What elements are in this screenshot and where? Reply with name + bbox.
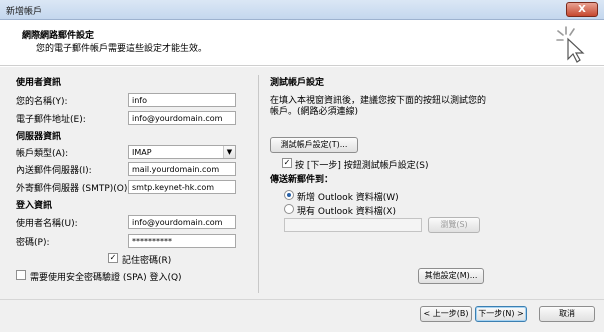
- username-field[interactable]: info@yourdomain.com: [128, 215, 236, 229]
- remember-password-label: 記住密碼(R): [122, 256, 172, 266]
- title-bar: 新增帳戶 X: [0, 0, 604, 20]
- more-settings-button[interactable]: 其他設定(M)...: [418, 268, 484, 284]
- next-button[interactable]: 下一步(N) >: [475, 306, 527, 322]
- auto-test-checkbox[interactable]: ✓: [282, 158, 292, 168]
- wizard-footer: < 上一步(B) 下一步(N) > 取消: [0, 299, 604, 332]
- email-field[interactable]: info@yourdomain.com: [128, 111, 236, 125]
- server-info-heading: 伺服器資訊: [16, 132, 62, 142]
- test-description-line2: 帳戶。(網路必須連線): [270, 107, 359, 117]
- account-type-label: 帳戶類型(A):: [16, 149, 69, 159]
- password-field[interactable]: **********: [128, 234, 236, 248]
- outgoing-server-label: 外寄郵件伺服器 (SMTP)(O):: [16, 184, 131, 194]
- user-info-heading: 使用者資訊: [16, 78, 62, 88]
- new-data-file-label: 新增 Outlook 資料檔(W): [297, 193, 399, 203]
- outgoing-server-field[interactable]: smtp.keynet-hk.com: [128, 180, 236, 194]
- deliver-heading: 傳送新郵件到：: [270, 175, 334, 185]
- spa-checkbox[interactable]: [16, 270, 26, 280]
- account-type-value: IMAP: [132, 148, 152, 157]
- password-label: 密碼(P):: [16, 238, 50, 248]
- name-label: 您的名稱(Y):: [16, 97, 68, 107]
- remember-password-checkbox[interactable]: ✓: [108, 253, 118, 263]
- incoming-server-label: 內送郵件伺服器(I):: [16, 166, 92, 176]
- existing-data-file-label: 現有 Outlook 資料檔(X): [297, 207, 396, 217]
- name-field[interactable]: info: [128, 93, 236, 107]
- wizard-header: 網際網路郵件設定 您的電子郵件帳戶需要這些設定才能生效。: [0, 21, 604, 66]
- page-title: 網際網路郵件設定: [22, 31, 95, 41]
- cursor-click-icon: [556, 26, 585, 63]
- chevron-down-icon: ▼: [223, 146, 235, 158]
- test-settings-heading: 測試帳戶設定: [270, 78, 325, 88]
- close-icon: X: [578, 4, 586, 15]
- window-title: 新增帳戶: [6, 7, 43, 17]
- browse-button[interactable]: 瀏覽(S): [428, 217, 480, 233]
- account-type-select[interactable]: IMAP ▼: [128, 145, 236, 159]
- back-button[interactable]: < 上一步(B): [420, 306, 472, 322]
- email-label: 電子郵件地址(E):: [16, 115, 86, 125]
- new-data-file-radio[interactable]: [284, 190, 294, 200]
- incoming-server-field[interactable]: mail.yourdomain.com: [128, 162, 236, 176]
- column-divider: [258, 75, 259, 293]
- page-subtitle: 您的電子郵件帳戶需要這些設定才能生效。: [36, 44, 208, 54]
- close-button[interactable]: X: [566, 2, 598, 17]
- existing-data-file-radio[interactable]: [284, 204, 294, 214]
- logon-info-heading: 登入資訊: [16, 201, 53, 211]
- data-file-path-field[interactable]: [284, 218, 422, 232]
- spa-label: 需要使用安全密碼驗證 (SPA) 登入(Q): [30, 273, 182, 283]
- test-account-settings-button[interactable]: 測試帳戶設定(T)...: [270, 137, 358, 153]
- auto-test-label: 按 [下一步] 按鈕測試帳戶設定(S): [295, 161, 429, 171]
- username-label: 使用者名稱(U):: [16, 219, 78, 229]
- cancel-button[interactable]: 取消: [539, 306, 595, 322]
- settings-panel: 使用者資訊 您的名稱(Y): info 電子郵件地址(E): info@your…: [0, 67, 604, 299]
